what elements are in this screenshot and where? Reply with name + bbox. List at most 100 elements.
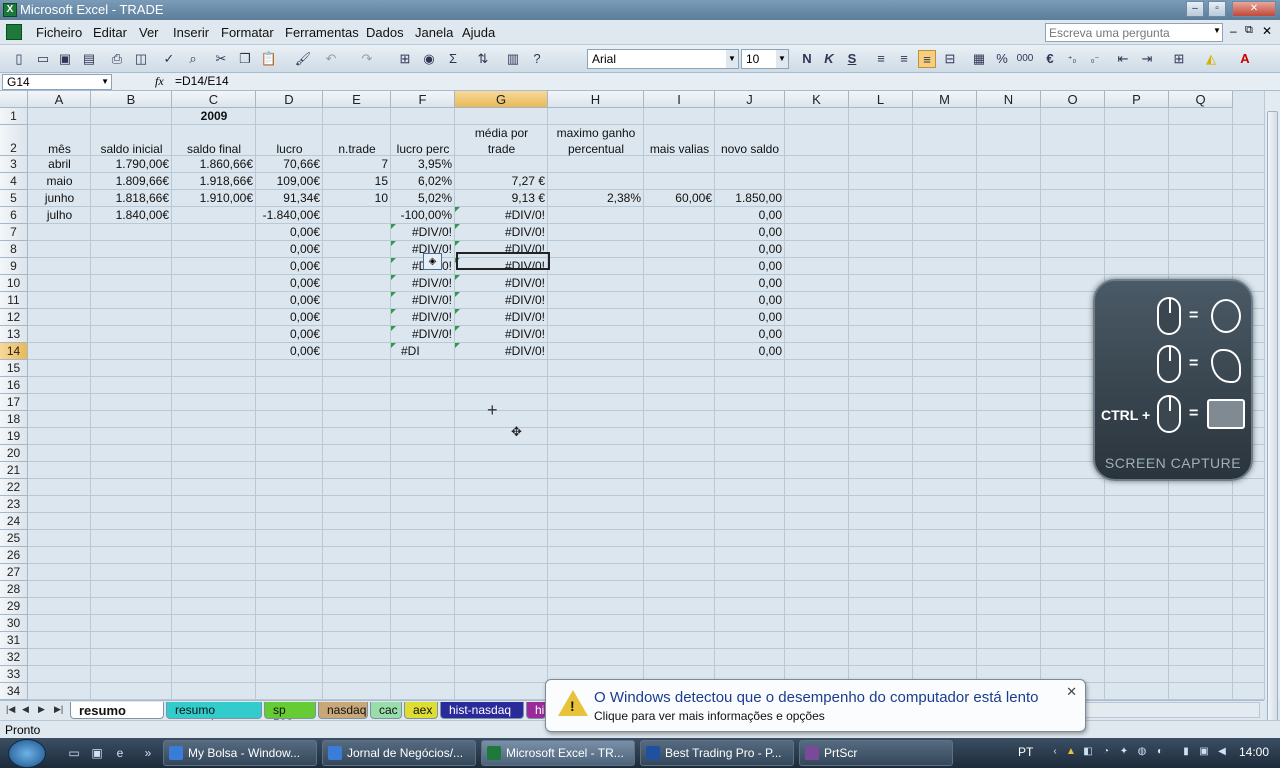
tray-monitor-icon[interactable]: ▣ [1198,746,1210,758]
row-header-10[interactable]: 10 [0,275,28,292]
row-header-23[interactable]: 23 [0,496,28,513]
percent-button[interactable]: % [993,50,1011,68]
cell-j5[interactable]: 1.850,00 [715,191,785,205]
tray-expand-icon[interactable]: ‹ [1049,746,1061,758]
formula-input[interactable]: =D14/E14 [175,74,229,88]
cell-a4[interactable]: maio [28,174,91,188]
cell-f11[interactable]: #DIV/0! [391,293,455,307]
taskbar-button[interactable]: My Bolsa - Window... [163,740,317,766]
cell-b6[interactable]: 1.840,00€ [91,208,172,222]
row-header-4[interactable]: 4 [0,173,28,190]
cell-e3[interactable]: 7 [323,157,391,171]
horizontal-scrollbar[interactable] [1080,702,1260,718]
borders-icon[interactable]: ⊞ [1170,50,1188,68]
show-desktop-icon[interactable]: ▭ [66,746,82,760]
header-media-por-line1[interactable]: média por [455,126,548,140]
menu-ajuda[interactable]: Ajuda [462,25,495,40]
cell-e5[interactable]: 10 [323,191,391,205]
selected-cell-g14[interactable] [456,252,550,270]
row-header-21[interactable]: 21 [0,462,28,479]
underline-button[interactable]: S [843,50,861,68]
cell-g7[interactable]: #DIV/0! [455,225,548,239]
font-size-select[interactable]: 10 ▼ [741,49,789,69]
spreadsheet-grid[interactable]: A B C D E F G H I J K L M N O P Q 1 2 3 4 5 6 7 8 9 10 11 12 13 14 15 16… [0,91,1264,700]
close-window-button[interactable]: ✕ [1232,1,1276,17]
undo-icon[interactable]: ↶ [322,50,340,68]
font-color-icon[interactable]: A [1236,50,1254,68]
row-header-31[interactable]: 31 [0,632,28,649]
tray-network-icon[interactable]: ◧ [1082,746,1094,758]
more-quicklaunch-icon[interactable]: » [140,746,156,760]
row-header-29[interactable]: 29 [0,598,28,615]
row-header-11[interactable]: 11 [0,292,28,309]
column-header-e[interactable]: E [323,91,391,108]
row-header-12[interactable]: 12 [0,309,28,326]
cell-f14[interactable]: #DI [391,344,455,358]
print-icon[interactable]: ⎙ [108,50,126,68]
cell-j9[interactable]: 0,00 [715,259,785,273]
sheet-tab-nasdaq[interactable]: nasdaq [318,702,368,719]
tray-wireless-icon[interactable]: ◔ [1100,746,1112,758]
error-warning-icon[interactable]: ◈ [423,253,442,270]
row-header-25[interactable]: 25 [0,530,28,547]
copy-icon[interactable]: ❐ [236,50,254,68]
web-icon[interactable]: ◉ [420,50,438,68]
row-header-13[interactable]: 13 [0,326,28,343]
row-header-14[interactable]: 14 [0,343,28,360]
year-header[interactable]: 2009 [152,109,276,123]
header-mes[interactable]: mês [28,142,91,156]
cell-f7[interactable]: #DIV/0! [391,225,455,239]
column-header-m[interactable]: M [913,91,977,108]
cell-d5[interactable]: 91,34€ [256,191,323,205]
doc-restore-icon[interactable]: ⧉ [1245,24,1253,37]
cell-d8[interactable]: 0,00€ [256,242,323,256]
taskbar-button[interactable]: PrtScr [799,740,953,766]
cell-g6[interactable]: #DIV/0! [455,208,548,222]
ellipse-capture-icon[interactable] [1211,299,1241,333]
cell-d12[interactable]: 0,00€ [256,310,323,324]
notification-balloon[interactable]: ! O Windows detectou que o desempenho do… [545,679,1086,732]
merge-center-icon[interactable]: ⊟ [941,50,959,68]
header-lucro[interactable]: lucro [256,142,323,156]
chart-wizard-icon[interactable]: ▥ [504,50,522,68]
paste-icon[interactable]: 📋 [260,50,278,68]
prev-sheet-button[interactable]: ◀ [22,704,29,715]
autosum-icon[interactable]: Σ [444,50,462,68]
cell-g4[interactable]: 7,27 € [455,174,548,188]
row-header-6[interactable]: 6 [0,207,28,224]
cell-e4[interactable]: 15 [323,174,391,188]
cell-b3[interactable]: 1.790,00€ [91,157,172,171]
cell-d10[interactable]: 0,00€ [256,276,323,290]
cell-g10[interactable]: #DIV/0! [455,276,548,290]
column-header-b[interactable]: B [91,91,172,108]
row-header-17[interactable]: 17 [0,394,28,411]
row-header-5[interactable]: 5 [0,190,28,207]
cut-icon[interactable]: ✂ [212,50,230,68]
cell-f5[interactable]: 5,02% [391,191,455,205]
cell-i5[interactable]: 60,00€ [644,191,715,205]
row-header-22[interactable]: 22 [0,479,28,496]
align-left-icon[interactable]: ≡ [872,50,890,68]
row-header-18[interactable]: 18 [0,411,28,428]
menu-dados[interactable]: Dados [366,25,404,40]
euro-button[interactable]: € [1041,50,1059,68]
row-header-3[interactable]: 3 [0,156,28,173]
cell-h5[interactable]: 2,38% [548,191,644,205]
cell-g12[interactable]: #DIV/0! [455,310,548,324]
notification-close-button[interactable]: ✕ [1066,684,1077,700]
cell-a3[interactable]: abril [28,157,91,171]
row-header-16[interactable]: 16 [0,377,28,394]
row-header-30[interactable]: 30 [0,615,28,632]
ie-quicklaunch-icon[interactable]: e [112,746,128,760]
cell-d3[interactable]: 70,66€ [256,157,323,171]
cell-a6[interactable]: julho [28,208,91,222]
open-icon[interactable]: ▭ [34,50,52,68]
column-header-f[interactable]: F [391,91,455,108]
row-header-26[interactable]: 26 [0,547,28,564]
sort-icon[interactable]: ⇅ [474,50,492,68]
notification-title[interactable]: O Windows detectou que o desempenho do c… [594,689,1038,706]
menu-ferramentas[interactable]: Ferramentas [285,25,359,40]
cell-d14[interactable]: 0,00€ [256,344,323,358]
column-header-g[interactable]: G [455,91,548,108]
header-maximo-ganho-line1[interactable]: maximo ganho [548,126,644,140]
